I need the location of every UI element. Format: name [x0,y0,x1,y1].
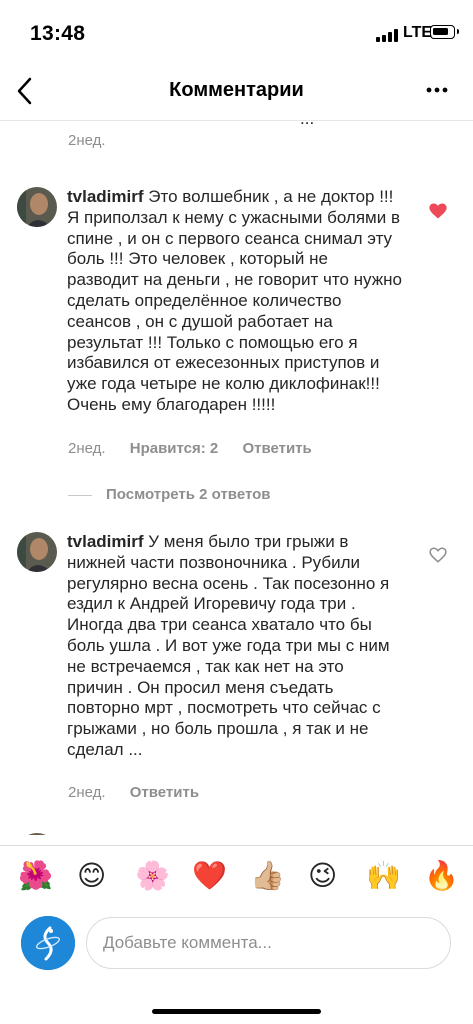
comment-username[interactable]: tvladimirf [67,532,144,551]
partial-comment-meta: 2нед. [68,132,126,149]
thumbs-up-emoji[interactable]: 👍🏼 [250,860,285,892]
comment-body: У меня было три грыжи в нижней части поз… [67,532,390,759]
network-type: LTE [403,24,433,41]
heart-filled-icon [429,203,447,219]
comment-composer [0,911,473,981]
avatar-photo [17,187,57,227]
more-horizontal-icon [426,87,448,93]
status-bar: 13:48 LTE [0,0,473,66]
avatar[interactable] [17,532,57,572]
comment-text: tvladimirf Это волшебник , а не доктор !… [67,187,403,416]
battery-icon [430,25,459,39]
like-button[interactable] [429,547,447,563]
reply-button[interactable]: Ответить [242,440,311,457]
signal-icon [376,28,400,42]
view-replies-button[interactable]: Посмотреть 2 ответов [68,486,271,503]
comment-meta: 2нед. Нравится: 2 Ответить [68,440,332,457]
page-title: Комментарии [169,79,304,101]
comment-username[interactable]: tvladimirf [67,187,144,206]
comment-time: 2нед. [68,784,106,801]
likes-count[interactable]: Нравится: 2 [130,440,219,457]
heart-outline-icon [429,547,447,563]
cherry-blossom-emoji[interactable]: 🌸 [135,860,170,892]
avatar-photo [17,833,57,835]
smile-emoji[interactable]: 😊 [77,860,106,892]
comment-time: 2нед. [68,440,106,457]
more-options-button[interactable] [422,76,454,106]
avatar-photo [17,532,57,572]
wink-emoji[interactable]: 😉 [308,860,337,892]
my-avatar [21,916,75,970]
comments-list[interactable]: ... 2нед. tvladimirf Это волшебник , а н… [0,121,473,835]
red-heart-emoji[interactable]: ❤️ [192,860,227,892]
comment-meta: 2нед. Ответить [68,784,219,801]
fire-emoji[interactable]: 🔥 [424,860,459,892]
raised-hands-emoji[interactable]: 🙌 [366,860,401,892]
avatar[interactable] [17,833,57,835]
view-replies-label: Посмотреть 2 ответов [106,486,271,503]
profile-logo-icon [21,916,75,970]
divider [68,494,92,496]
comment-time: 2нед. [68,132,106,149]
avatar[interactable] [17,187,57,227]
home-indicator[interactable] [152,1009,321,1014]
emoji-bar: 🌺 😊 🌸 ❤️ 👍🏼 😉 🙌 🔥 [0,845,473,912]
comment-text: tvladimirf У меня было три грыжи в нижне… [67,532,403,761]
comment-input[interactable] [86,917,451,969]
hibiscus-emoji[interactable]: 🌺 [18,860,53,892]
partial-comment-text: ... [300,121,314,129]
reply-button[interactable]: Ответить [130,784,199,801]
nav-header: Комментарии [0,66,473,121]
like-button[interactable] [429,203,447,219]
status-time: 13:48 [30,22,86,45]
comment-body: Это волшебник , а не доктор !!! Я припол… [67,187,402,414]
